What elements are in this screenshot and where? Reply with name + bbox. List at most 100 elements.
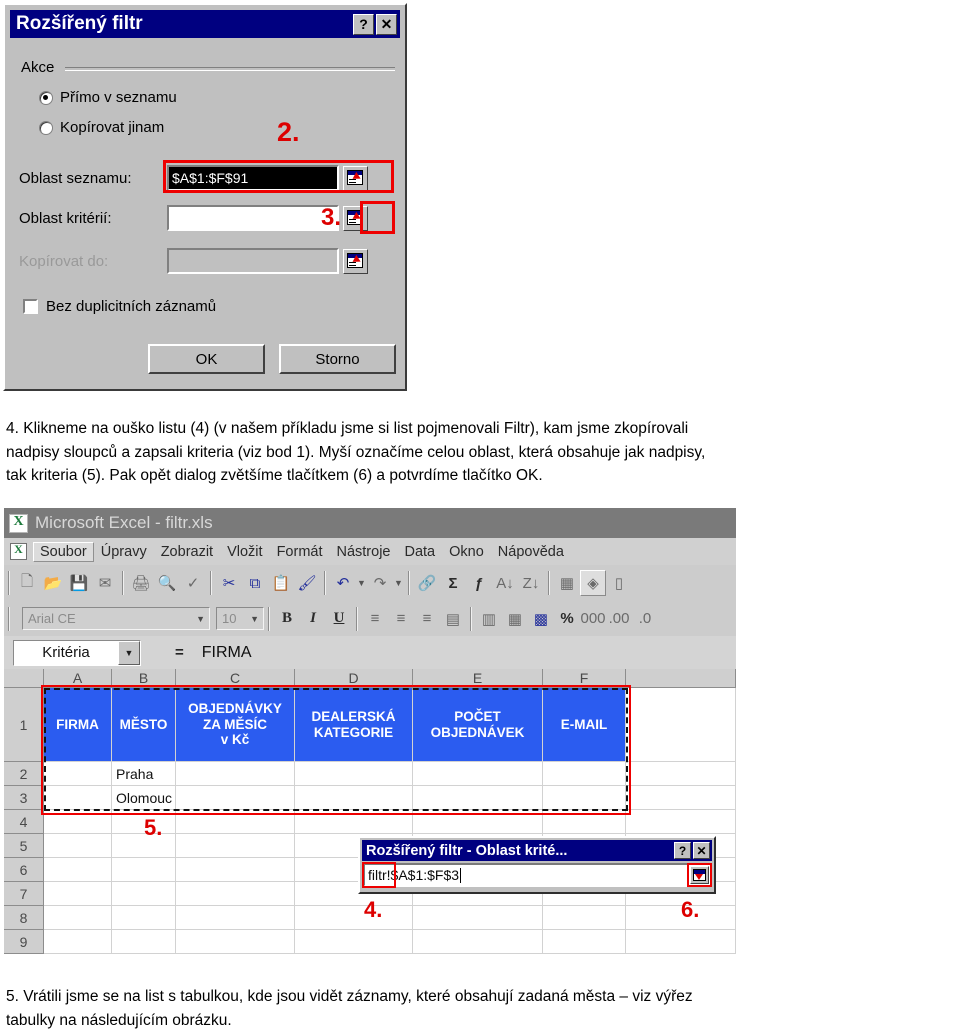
cell-c5[interactable] <box>176 834 295 858</box>
cell-c7[interactable] <box>176 882 295 906</box>
cell-b6[interactable] <box>112 858 176 882</box>
cell-e2[interactable] <box>413 762 543 786</box>
row-header-7[interactable]: 7 <box>4 882 44 906</box>
cell-g1[interactable] <box>626 688 736 762</box>
cell-a2[interactable] <box>44 762 112 786</box>
cell-a8[interactable] <box>44 906 112 930</box>
cell-b9[interactable] <box>112 930 176 954</box>
paste-icon[interactable]: 📋 <box>268 570 294 596</box>
expand-dialog-icon[interactable] <box>690 866 709 884</box>
cell-g4[interactable] <box>626 810 736 834</box>
cell-d4[interactable] <box>295 810 413 834</box>
menu-okno[interactable]: Okno <box>442 542 491 562</box>
zoom-icon[interactable]: ▯ <box>606 570 632 596</box>
menu-napoveda[interactable]: Nápověda <box>491 542 571 562</box>
checkbox-icon[interactable] <box>23 299 38 314</box>
close-icon[interactable]: ✕ <box>693 842 710 859</box>
menu-soubor[interactable]: Soubor <box>33 541 94 562</box>
cell-g3[interactable] <box>626 786 736 810</box>
italic-icon[interactable]: I <box>300 606 326 632</box>
comma-icon[interactable]: 000 <box>580 606 606 632</box>
cell-c8[interactable] <box>176 906 295 930</box>
list-range-input[interactable]: $A$1:$F$91 <box>167 165 339 191</box>
column-header-f[interactable]: F <box>543 669 626 688</box>
formula-input[interactable]: FIRMA <box>202 644 252 662</box>
cell-a4[interactable] <box>44 810 112 834</box>
cell-e1[interactable]: POČET OBJEDNÁVEK <box>413 688 543 762</box>
cell-d3[interactable] <box>295 786 413 810</box>
row-header-8[interactable]: 8 <box>4 906 44 930</box>
percent-icon[interactable]: % <box>554 606 580 632</box>
spellcheck-icon[interactable]: ✓ <box>180 570 206 596</box>
menu-zobrazit[interactable]: Zobrazit <box>154 542 220 562</box>
cell-a1[interactable]: FIRMA <box>44 688 112 762</box>
sort-desc-icon[interactable]: Z↓ <box>518 570 544 596</box>
name-box[interactable]: Kritéria ▼ <box>13 639 141 666</box>
chevron-down-icon[interactable]: ▼ <box>118 640 140 665</box>
column-header-e[interactable]: E <box>413 669 543 688</box>
cell-c3[interactable] <box>176 786 295 810</box>
cell-e8[interactable] <box>413 906 543 930</box>
column-header-b[interactable]: B <box>112 669 176 688</box>
cell-f9[interactable] <box>543 930 626 954</box>
cell-f1[interactable]: E-MAIL <box>543 688 626 762</box>
underline-icon[interactable]: U <box>326 606 352 632</box>
column-header-c[interactable]: C <box>176 669 295 688</box>
redo-icon[interactable]: ↷ <box>367 570 393 596</box>
chevron-down-icon[interactable]: ▼ <box>250 614 263 624</box>
comma-style-icon[interactable]: ▩ <box>528 606 554 632</box>
help-icon[interactable]: ? <box>674 842 691 859</box>
cell-a7[interactable] <box>44 882 112 906</box>
unique-records-checkbox-row[interactable]: Bez duplicitních záznamů <box>23 298 216 315</box>
menu-nastroje[interactable]: Nástroje <box>329 542 397 562</box>
cell-d8[interactable] <box>295 906 413 930</box>
list-range-picker-icon[interactable] <box>343 165 368 191</box>
align-center-icon[interactable]: ≡ <box>388 606 414 632</box>
row-header-4[interactable]: 4 <box>4 810 44 834</box>
cell-b2[interactable]: Praha <box>112 762 176 786</box>
cell-c1[interactable]: OBJEDNÁVKY ZA MĚSÍC v Kč <box>176 688 295 762</box>
cell-b3[interactable]: Olomouc <box>112 786 176 810</box>
menu-data[interactable]: Data <box>397 542 442 562</box>
cell-d1[interactable]: DEALERSKÁ KATEGORIE <box>295 688 413 762</box>
criteria-range-input[interactable] <box>167 205 339 231</box>
autosum-icon[interactable]: Σ <box>440 570 466 596</box>
open-icon[interactable]: 📂 <box>40 570 66 596</box>
column-header-d[interactable]: D <box>295 669 413 688</box>
format-painter-icon[interactable]: 🖌 <box>294 570 320 596</box>
cell-f8[interactable] <box>543 906 626 930</box>
cell-g9[interactable] <box>626 930 736 954</box>
row-header-5[interactable]: 5 <box>4 834 44 858</box>
email-icon[interactable]: ✉ <box>92 570 118 596</box>
chart-wizard-icon[interactable]: ▦ <box>554 570 580 596</box>
function-icon[interactable]: ƒ <box>466 570 492 596</box>
cell-e9[interactable] <box>413 930 543 954</box>
row-header-3[interactable]: 3 <box>4 786 44 810</box>
print-preview-icon[interactable]: 🔍 <box>154 570 180 596</box>
cell-e3[interactable] <box>413 786 543 810</box>
copy-icon[interactable]: ⧉ <box>242 570 268 596</box>
cell-a6[interactable] <box>44 858 112 882</box>
cell-f2[interactable] <box>543 762 626 786</box>
cell-e4[interactable] <box>413 810 543 834</box>
radio-filter-in-place[interactable]: Přímo v seznamu <box>39 89 177 106</box>
font-size-combo[interactable]: 10 ▼ <box>216 607 264 630</box>
cell-c6[interactable] <box>176 858 295 882</box>
cancel-button[interactable]: Storno <box>279 344 396 374</box>
undo-chevron-down-icon[interactable]: ▼ <box>356 570 367 596</box>
radio-button-icon[interactable] <box>39 120 53 135</box>
cell-b1[interactable]: MĚSTO <box>112 688 176 762</box>
menu-upravy[interactable]: Úpravy <box>94 542 154 562</box>
row-header-2[interactable]: 2 <box>4 762 44 786</box>
align-left-icon[interactable]: ≡ <box>362 606 388 632</box>
row-header-1[interactable]: 1 <box>4 688 44 762</box>
font-name-combo[interactable]: Arial CE ▼ <box>22 607 210 630</box>
cell-c9[interactable] <box>176 930 295 954</box>
menu-vlozit[interactable]: Vložit <box>220 542 269 562</box>
ok-button[interactable]: OK <box>148 344 265 374</box>
cell-a5[interactable] <box>44 834 112 858</box>
merge-center-icon[interactable]: ▤ <box>440 606 466 632</box>
criteria-range-picker-icon[interactable] <box>343 205 368 231</box>
column-header-a[interactable]: A <box>44 669 112 688</box>
cell-c2[interactable] <box>176 762 295 786</box>
